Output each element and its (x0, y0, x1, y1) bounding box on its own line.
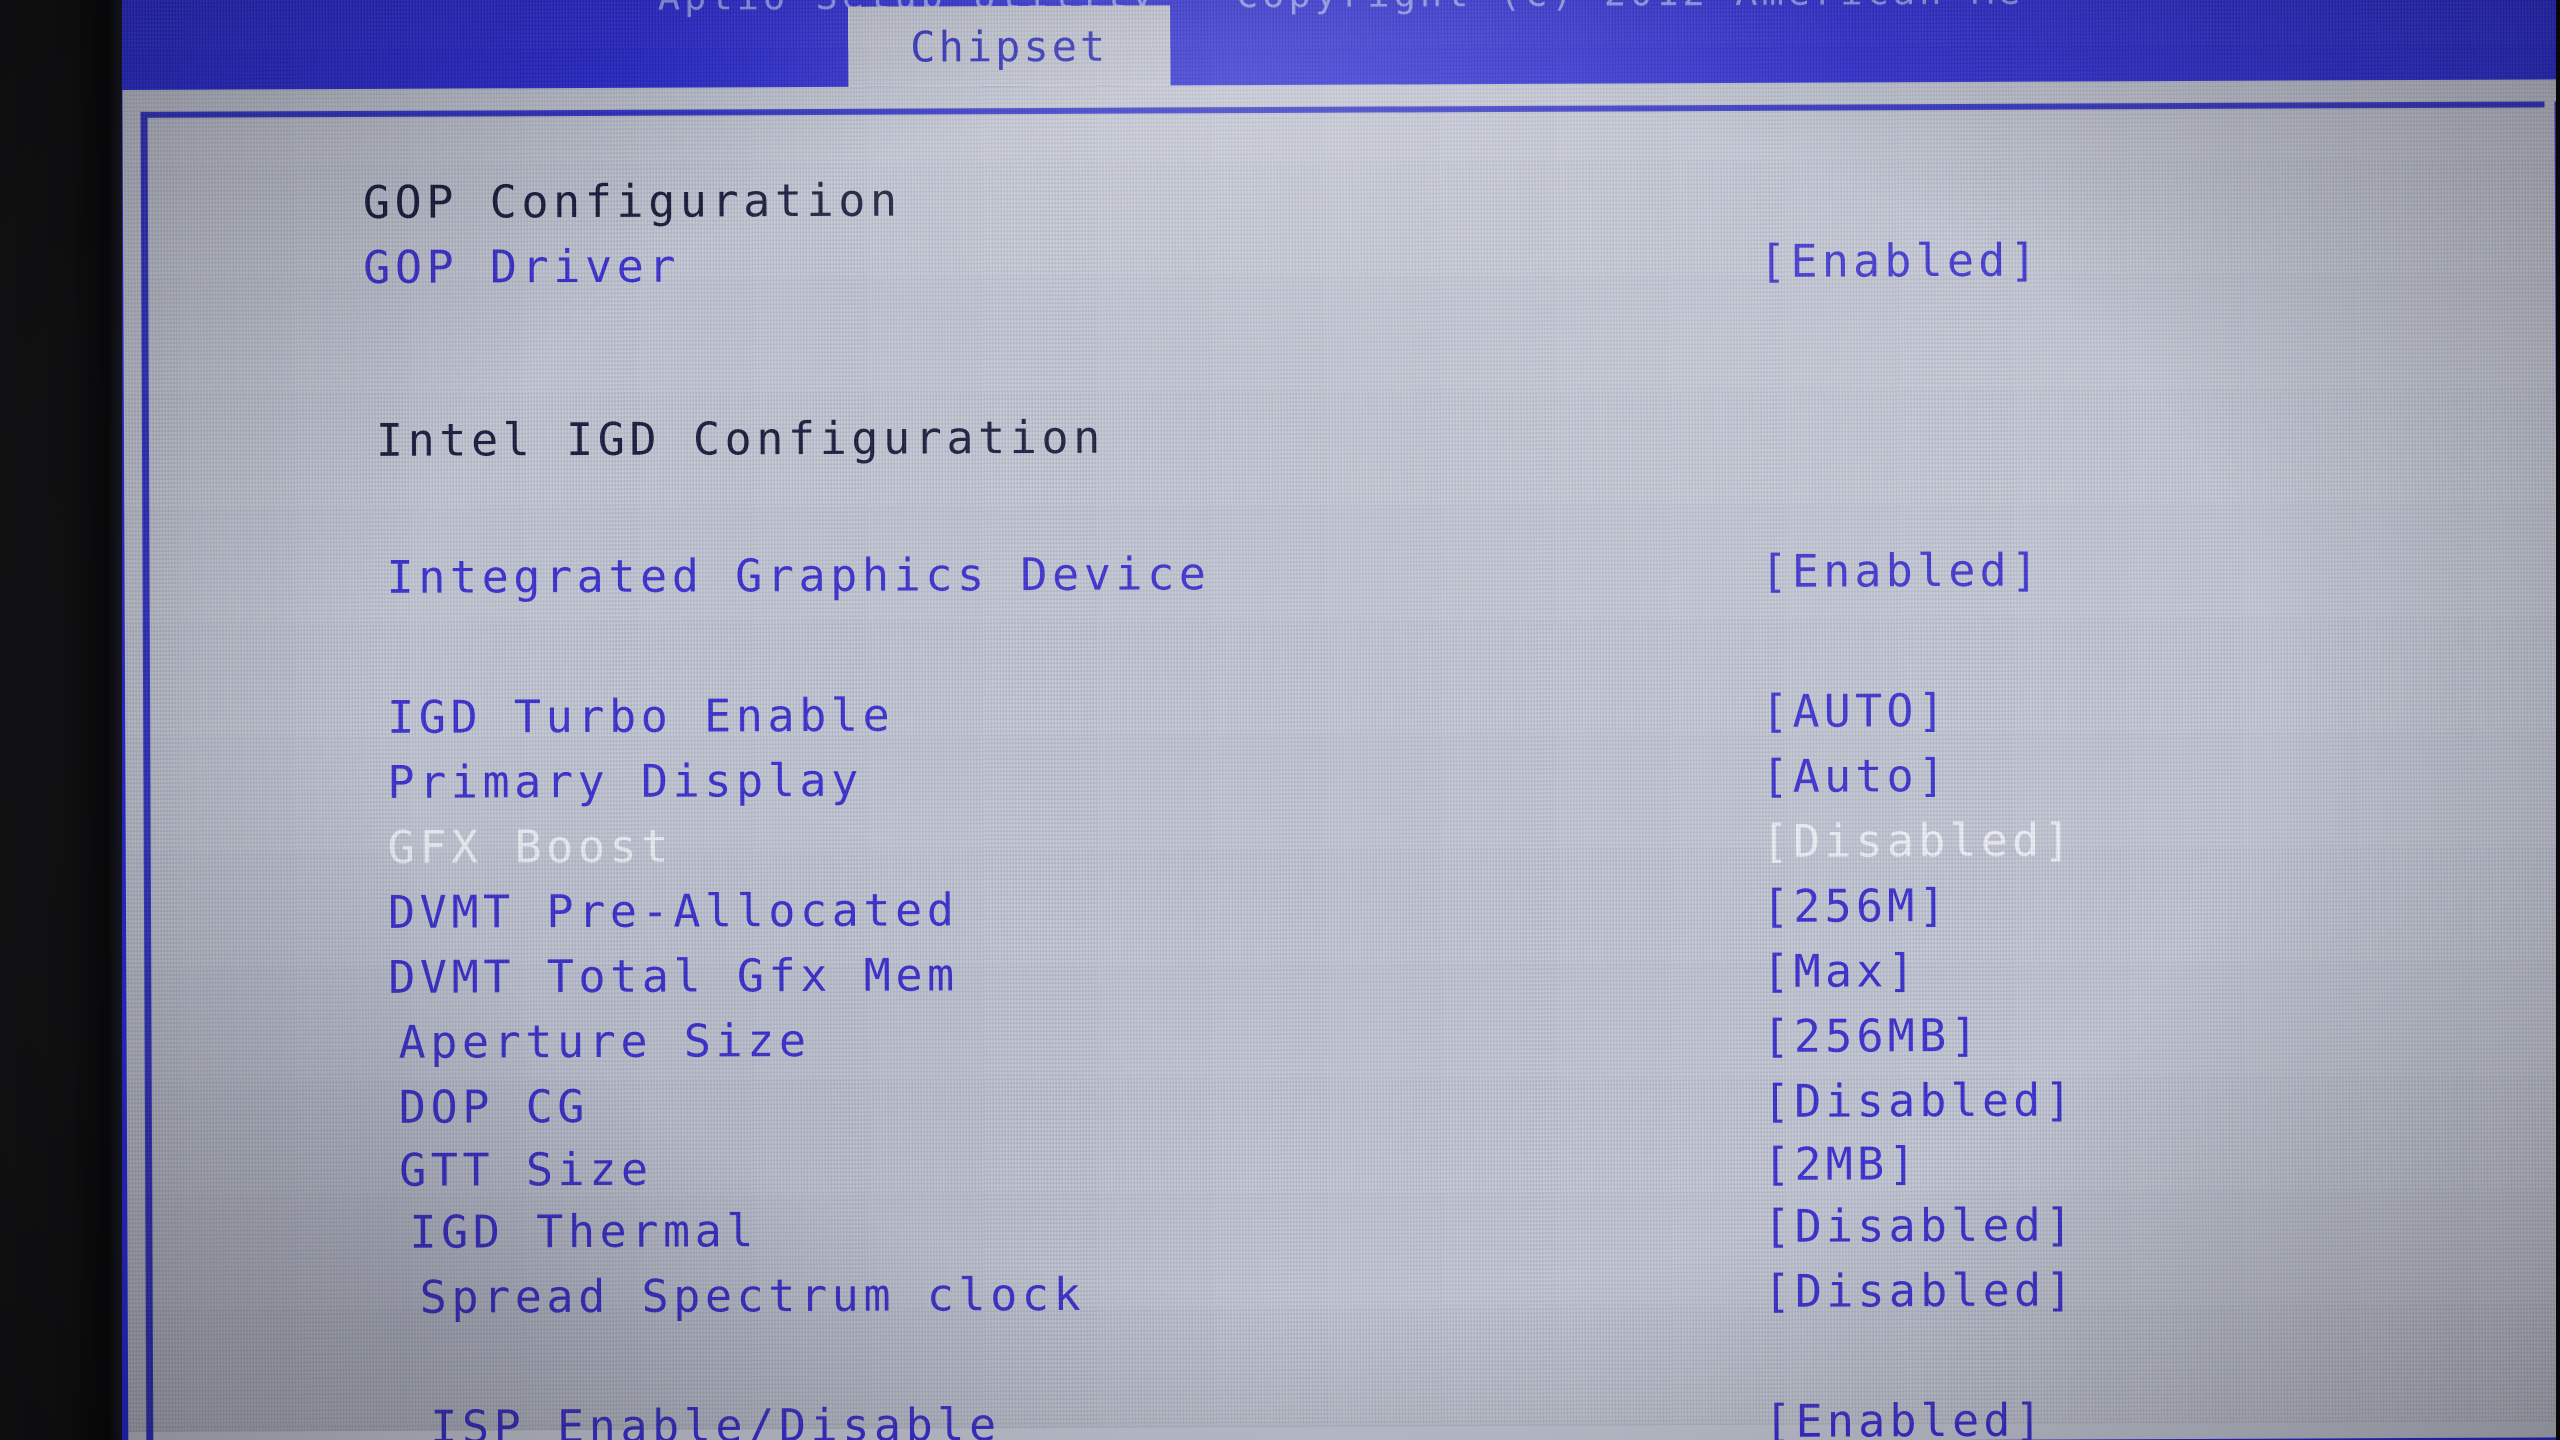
setting-value[interactable]: [Enabled] (1764, 1393, 2046, 1440)
monitor-bezel-right (2556, 0, 2560, 1440)
setting-value[interactable]: [Max] (1762, 944, 1919, 998)
setting-label: IGD Thermal (409, 1203, 759, 1259)
screen-content: Aptio Setup Utility - Copyright (C) 2012… (122, 0, 2560, 1440)
setting-label: GFX Boost (387, 819, 674, 874)
tab-chipset-label: Chipset (910, 21, 1109, 72)
setting-label: DVMT Total Gfx Mem (388, 947, 959, 1004)
tab-chipset[interactable]: Chipset (848, 5, 1171, 87)
setting-label: Spread Spectrum clock (419, 1267, 1086, 1324)
setting-row[interactable]: ISP Enable/Disable [Enabled] (128, 1384, 2560, 1440)
section-heading-row: Intel IGD Configuration (124, 397, 2560, 474)
setting-value[interactable]: [Enabled] (1759, 233, 2041, 287)
section-heading-row: GOP Configuration (123, 159, 2560, 236)
setting-value[interactable]: [Disabled] (1763, 1073, 2076, 1127)
monitor-bezel-left (0, 0, 122, 1440)
setting-value[interactable]: [256M] (1762, 879, 1950, 933)
setting-value[interactable]: [Disabled] (1764, 1263, 2077, 1317)
section-heading-label: GOP Configuration (362, 173, 902, 229)
setting-value[interactable]: [AUTO] (1761, 684, 1949, 738)
setting-row[interactable]: GOP Driver [Enabled] (123, 224, 2560, 301)
settings-list: GOP Configuration GOP Driver [Enabled] Inte… (122, 79, 2560, 1440)
setting-row[interactable]: DVMT Total Gfx Mem [Max] (126, 934, 2560, 1011)
setting-label: ISP Enable/Disable (430, 1397, 1001, 1440)
setting-row[interactable]: Primary Display [Auto] (125, 739, 2560, 816)
setting-label: DVMT Pre-Allocated (387, 882, 959, 939)
tab-strip: Chipset (122, 0, 2560, 90)
setting-row[interactable]: IGD Thermal [Disabled] (127, 1189, 2560, 1266)
setting-row[interactable]: GFX Boost [Disabled] (126, 804, 2560, 881)
setting-row[interactable]: Aperture Size [256MB] (126, 999, 2560, 1076)
setting-value[interactable]: [256MB] (1762, 1008, 1981, 1062)
setting-row[interactable]: DVMT Pre-Allocated [256M] (126, 869, 2560, 946)
setting-row[interactable]: IGD Turbo Enable [AUTO] (125, 674, 2560, 751)
setting-value[interactable]: [Disabled] (1762, 813, 2075, 867)
setting-label: Aperture Size (398, 1013, 811, 1069)
setting-label: Integrated Graphics Device (386, 546, 1211, 604)
monitor-photo: Aptio Setup Utility - Copyright (C) 2012… (0, 0, 2560, 1440)
section-heading-label: Intel IGD Configuration (375, 410, 1106, 467)
setting-value[interactable]: [2MB] (1763, 1137, 1920, 1191)
bios-screen: Aptio Setup Utility - Copyright (C) 2012… (122, 0, 2560, 1440)
setting-value[interactable]: [Auto] (1761, 749, 1949, 803)
setting-value[interactable]: [Disabled] (1763, 1198, 2076, 1252)
setting-row[interactable]: Spread Spectrum clock [Disabled] (128, 1254, 2560, 1331)
setting-label: IGD Turbo Enable (387, 688, 895, 744)
setting-label: GTT Size (399, 1142, 653, 1197)
setting-value[interactable]: [Enabled] (1760, 543, 2042, 597)
title-bar: Aptio Setup Utility - Copyright (C) 2012… (122, 0, 2560, 90)
setting-label: DOP CG (398, 1079, 590, 1134)
setting-label: GOP Driver (363, 239, 681, 294)
setting-row[interactable]: Integrated Graphics Device [Enabled] (124, 534, 2560, 611)
setting-label: Primary Display (387, 753, 863, 809)
